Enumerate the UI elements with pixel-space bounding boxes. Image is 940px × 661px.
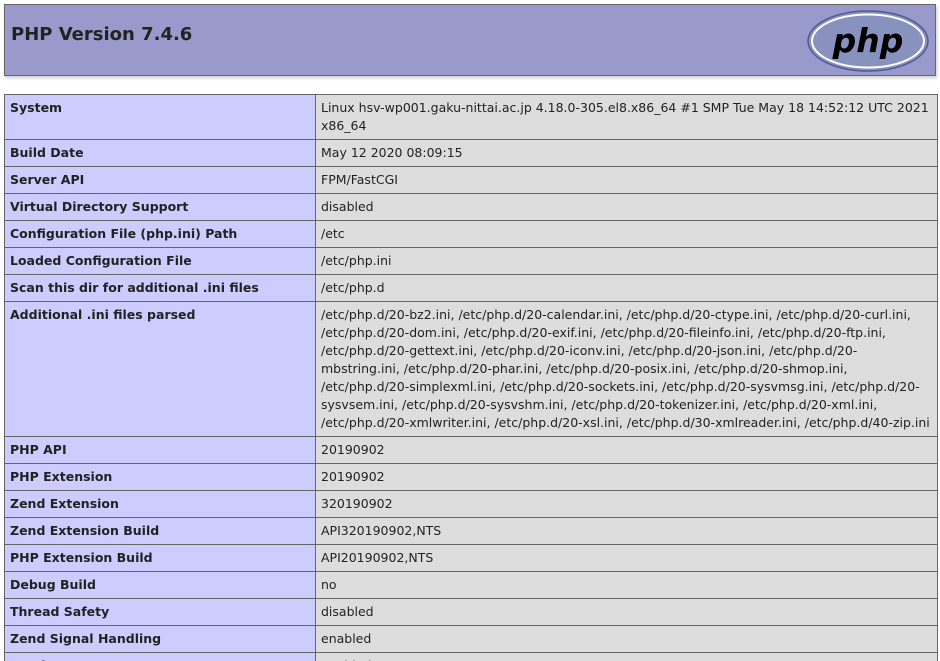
row-label: Zend Extension xyxy=(4,490,316,518)
row-value: disabled xyxy=(315,193,938,221)
row-value: /etc xyxy=(315,220,938,248)
table-row: PHP Extension 20190902 xyxy=(4,463,938,491)
row-label: Configuration File (php.ini) Path xyxy=(4,220,316,248)
row-label: Server API xyxy=(4,166,316,194)
row-value: /etc/php.ini xyxy=(315,247,938,275)
row-label: Zend Extension Build xyxy=(4,517,316,545)
row-label: Zend Memory Manager xyxy=(4,652,316,661)
row-value: 20190902 xyxy=(315,436,938,464)
row-value: FPM/FastCGI xyxy=(315,166,938,194)
table-row: Zend Memory Managerenabled xyxy=(4,652,938,661)
table-row: Server API FPM/FastCGI xyxy=(4,166,938,194)
row-label: Build Date xyxy=(4,139,316,167)
row-label: Loaded Configuration File xyxy=(4,247,316,275)
row-value: May 12 2020 08:09:15 xyxy=(315,139,938,167)
table-row: PHP Extension Build API20190902,NTS xyxy=(4,544,938,572)
row-label: Thread Safety xyxy=(4,598,316,626)
table-row: Configuration File (php.ini) Path/etc xyxy=(4,220,938,248)
row-value: API320190902,NTS xyxy=(315,517,938,545)
row-label: System xyxy=(4,94,316,140)
table-row: System Linux hsv-wp001.gaku-nittai.ac.jp … xyxy=(4,94,938,140)
table-row: Zend Signal Handling enabled xyxy=(4,625,938,653)
table-row: Thread Safety disabled xyxy=(4,598,938,626)
row-label: PHP API xyxy=(4,436,316,464)
row-label: Virtual Directory Support xyxy=(4,193,316,221)
row-value: enabled xyxy=(315,625,938,653)
php-logo-text: php xyxy=(832,21,904,60)
phpinfo-page: PHP Version 7.4.6 php System Linux hsv-wp… xyxy=(0,0,940,661)
row-value: disabled xyxy=(315,598,938,626)
page-title: PHP Version 7.4.6 xyxy=(11,24,193,45)
row-label: Zend Signal Handling xyxy=(4,625,316,653)
php-version-header: PHP Version 7.4.6 php xyxy=(4,4,936,76)
row-label: Debug Build xyxy=(4,571,316,599)
table-row: Additional .ini files parsed/etc/php.d/2… xyxy=(4,301,938,437)
table-row: Zend Extension Build API320190902,NTS xyxy=(4,517,938,545)
table-row: Virtual Directory Support disabled xyxy=(4,193,938,221)
row-value: 320190902 xyxy=(315,490,938,518)
row-value: no xyxy=(315,571,938,599)
row-value: 20190902 xyxy=(315,463,938,491)
table-row: Zend Extension 320190902 xyxy=(4,490,938,518)
table-row: Scan this dir for additional .ini files /… xyxy=(4,274,938,302)
row-value: Linux hsv-wp001.gaku-nittai.ac.jp 4.18.0… xyxy=(315,94,938,140)
row-value: API20190902,NTS xyxy=(315,544,938,572)
table-row: Loaded Configuration File/etc/php.ini xyxy=(4,247,938,275)
table-row: Build Date May 12 2020 08:09:15 xyxy=(4,139,938,167)
row-label: Scan this dir for additional .ini files xyxy=(4,274,316,302)
table-row: Debug Build no xyxy=(4,571,938,599)
php-info-table: System Linux hsv-wp001.gaku-nittai.ac.jp … xyxy=(4,94,938,661)
row-value: /etc/php.d/20-bz2.ini, /etc/php.d/20-cal… xyxy=(315,301,938,437)
row-label: Additional .ini files parsed xyxy=(4,301,316,437)
row-value: enabled xyxy=(315,652,938,661)
row-value: /etc/php.d xyxy=(315,274,938,302)
row-label: PHP Extension Build xyxy=(4,544,316,572)
row-label: PHP Extension xyxy=(4,463,316,491)
table-row: PHP API 20190902 xyxy=(4,436,938,464)
php-logo-icon: php xyxy=(807,10,929,72)
